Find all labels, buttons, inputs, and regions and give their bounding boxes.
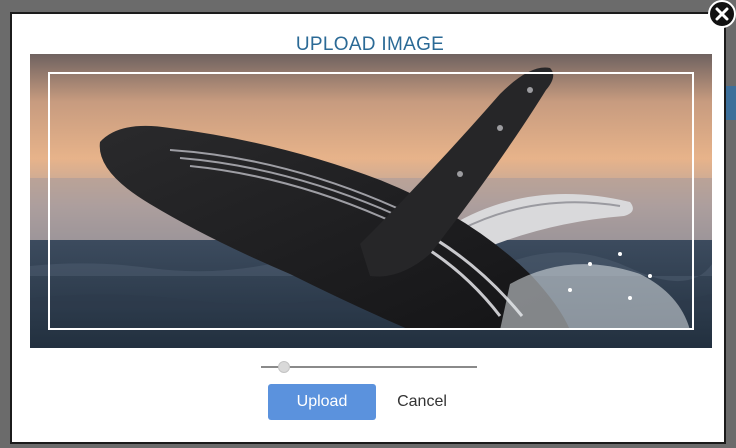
slider-thumb[interactable] [278,361,290,373]
image-preview [30,54,712,348]
close-icon [715,7,729,21]
close-button[interactable] [708,0,736,28]
cancel-button[interactable]: Cancel [386,384,458,420]
dialog-title: UPLOAD IMAGE [295,34,445,55]
zoom-slider[interactable] [261,360,477,374]
crop-frame[interactable] [48,72,694,330]
slider-track [261,366,477,368]
upload-button[interactable]: Upload [268,384,376,420]
upload-image-dialog: UPLOAD IMAGE Upload Cancel [10,12,726,444]
